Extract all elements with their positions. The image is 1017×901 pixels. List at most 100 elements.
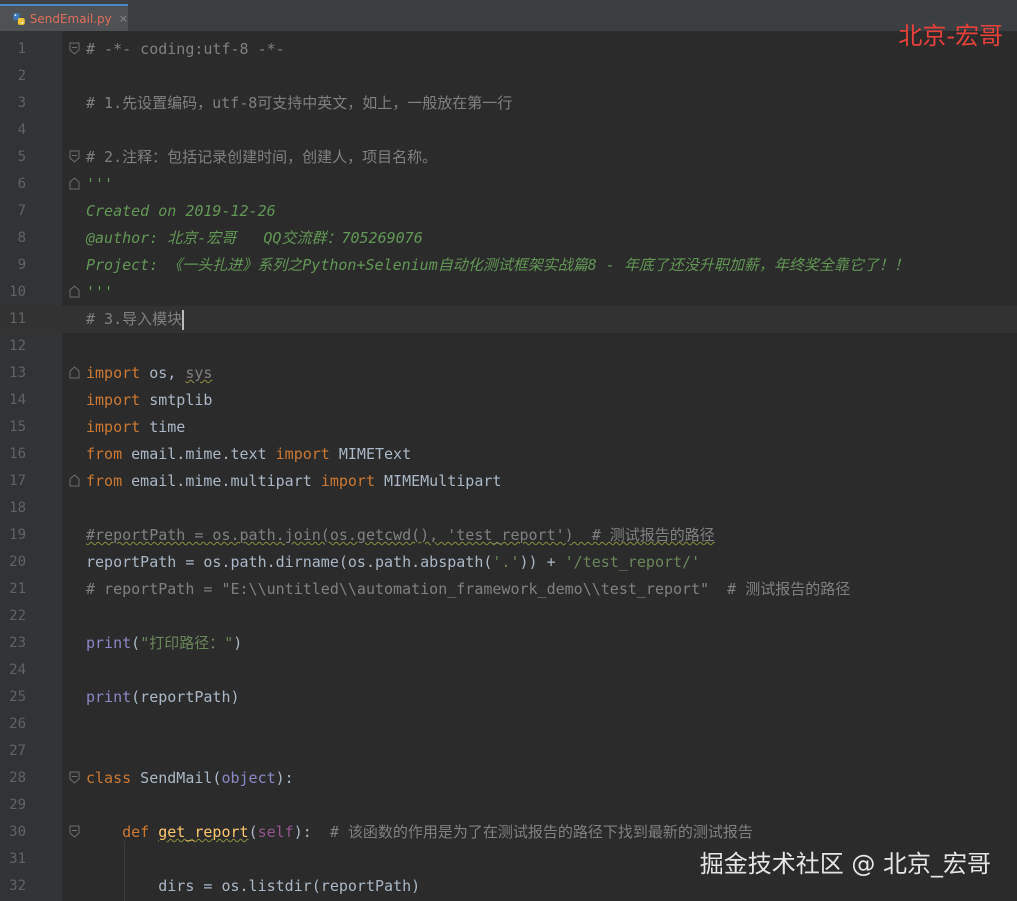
fold-end-icon[interactable] (69, 474, 80, 487)
fold-end-icon[interactable] (69, 285, 80, 298)
line-number: 8 (17, 230, 26, 246)
line-number: 2 (17, 68, 26, 84)
code-text: class SendMail(object): (86, 769, 294, 787)
code-line[interactable]: 25 print(reportPath) (0, 684, 1017, 711)
fold-end-icon[interactable] (69, 177, 80, 190)
line-number: 21 (9, 581, 26, 597)
line-number: 4 (17, 122, 26, 138)
code-line[interactable]: 21 # reportPath = "E:\\untitled\\automati… (0, 576, 1017, 603)
line-number: 6 (17, 176, 26, 192)
code-line[interactable]: 15 import time (0, 414, 1017, 441)
code-text: #reportPath = os.path.join(os.getcwd(), … (86, 526, 715, 544)
code-line[interactable]: 14 import smtplib (0, 387, 1017, 414)
code-text: Project: 《一头扎进》系列之Python+Selenium自动化测试框架… (86, 256, 909, 274)
code-line[interactable]: 10 ''' (0, 279, 1017, 306)
code-line[interactable]: 26 (0, 711, 1017, 738)
line-number: 11 (9, 311, 26, 327)
code-line[interactable]: 7 Created on 2019-12-26 (0, 198, 1017, 225)
line-number: 25 (9, 689, 26, 705)
fold-collapse-icon[interactable] (69, 150, 80, 163)
line-number: 1 (17, 41, 26, 57)
code-text: ''' (86, 283, 114, 301)
code-line[interactable]: 27 (0, 738, 1017, 765)
tab-sendemail[interactable]: SendEmail.py × (0, 4, 128, 31)
code-text: Created on 2019-12-26 (86, 202, 276, 220)
code-text: # 1.先设置编码，utf-8可支持中英文，如上，一般放在第一行 (86, 94, 513, 112)
code-line[interactable]: 13 import os, sys (0, 360, 1017, 387)
code-line[interactable]: 17 from email.mime.multipart import MIMEM… (0, 468, 1017, 495)
line-number: 7 (17, 203, 26, 219)
python-file-icon (12, 12, 25, 25)
code-line[interactable]: 3 # 1.先设置编码，utf-8可支持中英文，如上，一般放在第一行 (0, 90, 1017, 117)
line-number: 5 (17, 149, 26, 165)
code-text: reportPath = os.path.dirname(os.path.abs… (86, 553, 701, 571)
code-line[interactable]: 24 (0, 657, 1017, 684)
line-number: 18 (9, 500, 26, 516)
line-number: 26 (9, 716, 26, 732)
code-line[interactable]: 11 # 3.导入模块 (0, 306, 1017, 333)
line-number: 24 (9, 662, 26, 678)
line-number: 17 (9, 473, 26, 489)
line-number: 15 (9, 419, 26, 435)
line-number: 28 (9, 770, 26, 786)
code-text: import smtplib (86, 391, 213, 409)
code-line[interactable]: 1 # -*- coding:utf-8 -*- (0, 36, 1017, 63)
code-line[interactable]: 19 #reportPath = os.path.join(os.getcwd()… (0, 522, 1017, 549)
line-number: 19 (9, 527, 26, 543)
code-text: dirs = os.listdir(reportPath) (86, 877, 421, 895)
line-number: 31 (9, 851, 26, 867)
line-number: 14 (9, 392, 26, 408)
code-line[interactable]: 2 (0, 63, 1017, 90)
line-number: 20 (9, 554, 26, 570)
line-number: 3 (17, 95, 26, 111)
code-line[interactable]: 20 reportPath = os.path.dirname(os.path.a… (0, 549, 1017, 576)
line-number: 10 (9, 284, 26, 300)
fold-collapse-icon[interactable] (69, 825, 80, 838)
code-text: # -*- coding:utf-8 -*- (86, 40, 285, 58)
code-line[interactable]: 6 ''' (0, 171, 1017, 198)
code-line[interactable]: 22 (0, 603, 1017, 630)
line-number: 16 (9, 446, 26, 462)
code-text: @author: 北京-宏哥 QQ交流群：705269076 (86, 229, 423, 247)
line-number: 22 (9, 608, 26, 624)
line-number: 32 (9, 878, 26, 894)
code-line[interactable]: 23 print("打印路径：") (0, 630, 1017, 657)
line-number: 12 (9, 338, 26, 354)
line-number: 23 (9, 635, 26, 651)
tab-filename: SendEmail.py (29, 11, 112, 26)
fold-collapse-icon[interactable] (69, 42, 80, 55)
code-text: # 3.导入模块 (86, 310, 183, 328)
code-line[interactable]: 18 (0, 495, 1017, 522)
code-text: ''' (86, 175, 114, 193)
code-line[interactable]: 5 # 2.注释：包括记录创建时间，创建人，项目名称。 (0, 144, 1017, 171)
code-text: import time (86, 418, 186, 436)
code-line[interactable]: 28 class SendMail(object): (0, 765, 1017, 792)
author-watermark: 北京-宏哥 (898, 22, 1003, 50)
code-line[interactable]: 16 from email.mime.text import MIMEText (0, 441, 1017, 468)
line-number: 30 (9, 824, 26, 840)
line-number: 29 (9, 797, 26, 813)
code-text: print("打印路径：") (86, 634, 243, 652)
code-text: from email.mime.multipart import MIMEMul… (86, 472, 502, 490)
code-editor[interactable]: 1 # -*- coding:utf-8 -*- 2 3 # 1.先设置编码，utf-8… (0, 31, 1017, 901)
code-line[interactable]: 29 (0, 792, 1017, 819)
code-text: print(reportPath) (86, 688, 240, 706)
code-text: from email.mime.text import MIMEText (86, 445, 412, 463)
code-line[interactable]: 12 (0, 333, 1017, 360)
code-text: def get_report(self): # 该函数的作用是为了在测试报告的路… (122, 823, 753, 841)
line-number: 9 (17, 257, 26, 273)
code-text: # 2.注释：包括记录创建时间，创建人，项目名称。 (86, 148, 438, 166)
code-text: # reportPath = "E:\\untitled\\automation… (86, 580, 851, 598)
tab-close-icon[interactable]: × (119, 12, 128, 25)
site-watermark: 掘金技术社区 @ 北京_宏哥 (699, 850, 991, 878)
code-line[interactable]: 4 (0, 117, 1017, 144)
fold-end-icon[interactable] (69, 366, 80, 379)
code-line[interactable]: 9 Project: 《一头扎进》系列之Python+Selenium自动化测试框… (0, 252, 1017, 279)
fold-collapse-icon[interactable] (69, 771, 80, 784)
code-text: import os, sys (86, 364, 213, 382)
code-line[interactable]: 30 def get_report(self): # 该函数的作用是为了在测试报… (0, 819, 1017, 846)
code-line[interactable]: 8 @author: 北京-宏哥 QQ交流群：705269076 (0, 225, 1017, 252)
line-number: 13 (9, 365, 26, 381)
line-number: 27 (9, 743, 26, 759)
editor-tab-bar: SendEmail.py × (0, 0, 1017, 32)
